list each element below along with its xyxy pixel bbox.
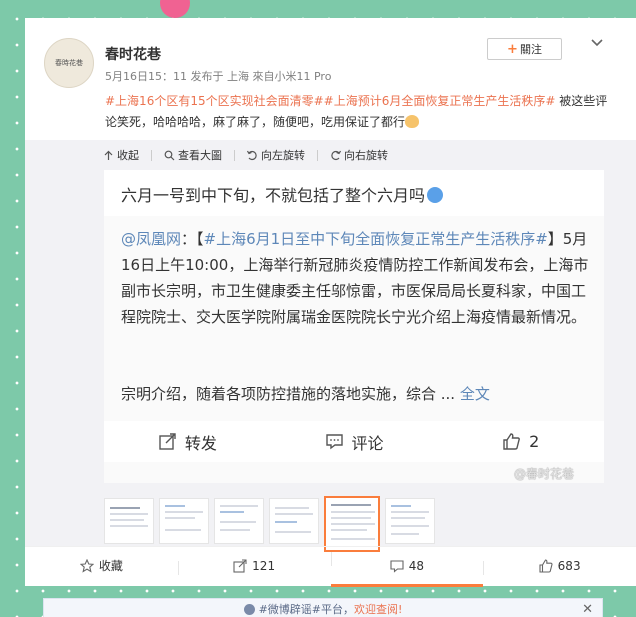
image-thumbnail[interactable] bbox=[385, 498, 435, 544]
view-large-label: 查看大圖 bbox=[178, 149, 222, 162]
screenshot-body-second: 宗明介绍，随着各项防控措施的落地实施，综合 ... 全文 bbox=[121, 381, 591, 407]
image-thumbnail[interactable] bbox=[214, 498, 264, 544]
close-icon[interactable]: ✕ bbox=[582, 602, 593, 617]
follow-label: 關注 bbox=[519, 43, 542, 56]
username[interactable]: 春时花巷 bbox=[105, 44, 161, 64]
thumbs-up-icon bbox=[539, 558, 553, 573]
comment-count: 48 bbox=[408, 558, 425, 573]
search-icon bbox=[164, 150, 175, 160]
screenshot-hashtag: #上海6月1日至中下旬全面恢复正常生产生活秩序# bbox=[203, 230, 548, 248]
chevron-down-icon[interactable] bbox=[590, 36, 604, 50]
image-watermark: @春时花巷 bbox=[514, 467, 575, 481]
screenshot-mention: @凤凰网 bbox=[121, 230, 182, 248]
screenshot-colon: ：【 bbox=[181, 230, 204, 248]
screenshot-comment-label: 评论 bbox=[351, 433, 384, 453]
rotate-right-button[interactable]: 向右旋转 bbox=[330, 147, 388, 163]
like-button[interactable]: 683 bbox=[483, 558, 636, 575]
notice-text: #微博辟谣#平台， bbox=[258, 603, 354, 616]
notice-banner: #微博辟谣#平台， 欢迎查阅! ✕ bbox=[43, 598, 603, 617]
thumbs-up-icon bbox=[503, 433, 520, 450]
divider bbox=[234, 149, 235, 161]
post-action-bar: 收藏 121 48 683 bbox=[25, 546, 636, 587]
rotate-left-icon bbox=[247, 150, 257, 160]
screenshot-action-bar: 转发 评论 2 bbox=[104, 421, 604, 462]
rotate-left-label: 向左旋转 bbox=[261, 149, 305, 162]
weibo-post-card: 春時花巷 春时花巷 5月16日15：11 发布于 上海 來自小米11 Pro +… bbox=[25, 18, 636, 587]
rotate-left-button[interactable]: 向左旋转 bbox=[247, 147, 305, 163]
decorative-pink-circle bbox=[160, 0, 190, 18]
screenshot-repost: 转发 bbox=[104, 430, 271, 454]
image-thumbnail-selected[interactable] bbox=[324, 496, 380, 552]
repost-count: 121 bbox=[252, 558, 276, 573]
screenshot-like-count: 2 bbox=[529, 432, 540, 451]
hashtag-link[interactable]: #上海16个区有15个区实现社会面清零# bbox=[105, 94, 324, 108]
image-thumbnail[interactable] bbox=[159, 498, 209, 544]
embedded-screenshot-image[interactable]: 六月一号到中下旬，不就包括了整个六月吗 @凤凰网：【#上海6月1日至中下旬全面恢… bbox=[104, 170, 604, 483]
favorite-button[interactable]: 收藏 bbox=[25, 557, 178, 574]
plus-icon: + bbox=[507, 41, 518, 57]
collapse-label: 收起 bbox=[117, 149, 139, 162]
screenshot-full-text-link: 全文 bbox=[459, 385, 490, 403]
comment-icon bbox=[390, 559, 404, 573]
collapse-button[interactable]: 收起 bbox=[103, 147, 139, 163]
screenshot-like: 2 bbox=[437, 432, 604, 451]
comment-button[interactable]: 48 bbox=[330, 550, 484, 587]
repost-button[interactable]: 121 bbox=[177, 558, 331, 575]
avatar-text: 春時花巷 bbox=[55, 59, 83, 67]
collapse-icon bbox=[104, 150, 113, 160]
info-icon bbox=[243, 603, 255, 615]
screenshot-repost-label: 转发 bbox=[184, 433, 217, 453]
notice-link[interactable]: 欢迎查阅! bbox=[354, 601, 402, 617]
cat-emoji-icon bbox=[405, 115, 420, 128]
like-count: 683 bbox=[557, 558, 581, 573]
comment-icon bbox=[325, 434, 343, 450]
view-large-button[interactable]: 查看大圖 bbox=[164, 147, 222, 163]
screenshot-heading-text: 六月一号到中下旬，不就包括了整个六月吗 bbox=[121, 186, 426, 205]
rotate-right-label: 向右旋转 bbox=[344, 149, 388, 162]
image-thumbnail[interactable] bbox=[269, 498, 319, 544]
post-meta: 5月16日15：11 发布于 上海 來自小米11 Pro bbox=[105, 70, 332, 83]
divider bbox=[151, 149, 152, 161]
rotate-right-icon bbox=[331, 150, 341, 160]
post-text: #上海16个区有15个区实现社会面清零##上海预计6月全面恢复正常生产生活秩序#… bbox=[105, 91, 610, 133]
sweat-face-emoji-icon bbox=[427, 187, 444, 203]
hashtag-link[interactable]: #上海预计6月全面恢复正常生产生活秩序# bbox=[324, 94, 556, 108]
repost-icon bbox=[159, 433, 176, 450]
screenshot-body: @凤凰网：【#上海6月1日至中下旬全面恢复正常生产生活秩序#】5月16日上午10… bbox=[121, 226, 591, 330]
screenshot-heading: 六月一号到中下旬，不就包括了整个六月吗 bbox=[104, 170, 604, 216]
screenshot-body2-text: 宗明介绍，随着各项防控措施的落地实施，综合 ... bbox=[121, 385, 460, 403]
star-icon bbox=[79, 558, 94, 573]
follow-button[interactable]: + 關注 bbox=[487, 38, 562, 60]
favorite-label: 收藏 bbox=[98, 559, 123, 573]
image-thumbnail[interactable] bbox=[104, 498, 154, 544]
screenshot-comment: 评论 bbox=[271, 430, 438, 454]
media-panel: 收起 查看大圖 向左旋转 向右旋转 六月一号到中下旬，不就包括了整个六月吗 @凤… bbox=[25, 140, 636, 552]
avatar[interactable]: 春時花巷 bbox=[44, 38, 94, 88]
media-toolbar: 收起 查看大圖 向左旋转 向右旋转 bbox=[103, 144, 388, 166]
divider bbox=[317, 149, 318, 161]
repost-icon bbox=[233, 558, 247, 573]
